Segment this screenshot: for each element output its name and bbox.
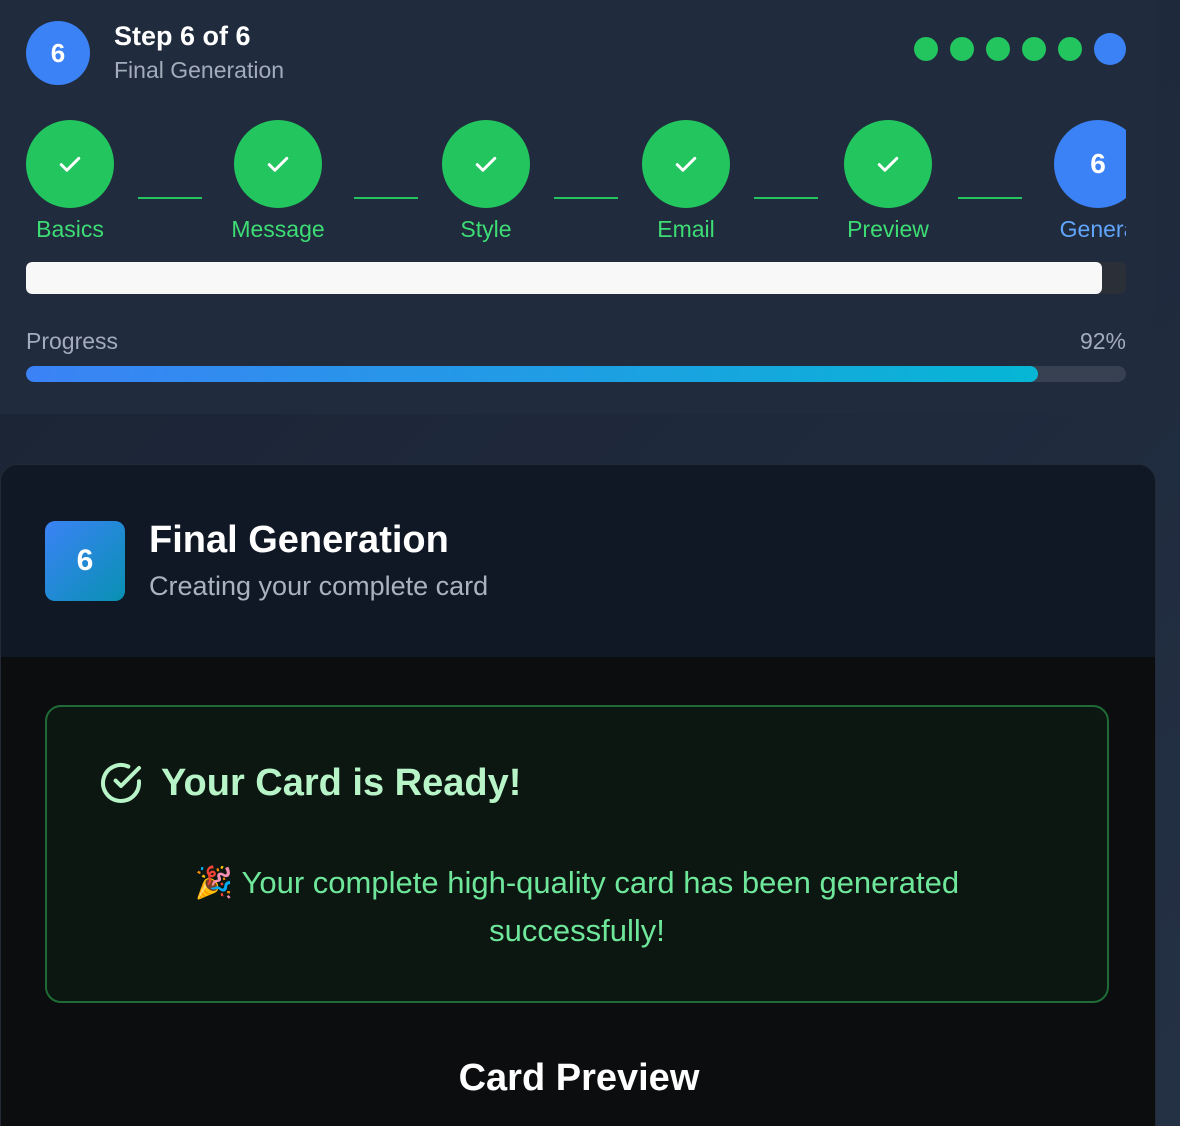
step-style[interactable]: Style xyxy=(426,120,546,243)
check-icon xyxy=(267,156,289,172)
step-basics[interactable]: Basics xyxy=(26,120,130,243)
step-message[interactable]: Message xyxy=(218,120,338,243)
progress-fill xyxy=(26,366,1038,382)
check-circle-icon xyxy=(101,763,141,803)
step-connector xyxy=(958,197,1022,199)
step-email[interactable]: Email xyxy=(626,120,746,243)
step-dot-6-active[interactable] xyxy=(1094,33,1126,65)
step-number-badge: 6 xyxy=(26,21,90,85)
card-step-badge: 6 xyxy=(45,521,125,601)
card-title: Final Generation xyxy=(149,519,449,561)
step-preview[interactable]: Preview xyxy=(828,120,948,243)
check-icon xyxy=(59,156,81,172)
card-preview-heading: Card Preview xyxy=(458,1057,700,1099)
step-connector xyxy=(138,197,202,199)
final-generation-card: 6 Final Generation Creating your complet… xyxy=(0,464,1156,1126)
step-dot-5[interactable] xyxy=(1058,37,1082,61)
progress-label: Progress xyxy=(26,328,119,354)
step-dot-3[interactable] xyxy=(986,37,1010,61)
step-connector xyxy=(754,197,818,199)
step-completion-fill xyxy=(26,262,1102,294)
step-label: Basics xyxy=(36,216,104,242)
step-circle-done xyxy=(642,120,730,208)
step-circle-done xyxy=(442,120,530,208)
step-dot-1[interactable] xyxy=(914,37,938,61)
card-subtitle: Creating your complete card xyxy=(149,571,489,601)
step-dot-2[interactable] xyxy=(950,37,974,61)
step-subtitle: Final Generation xyxy=(114,57,285,83)
success-alert: Your Card is Ready! 🎉 Your complete high… xyxy=(45,705,1109,1003)
check-icon xyxy=(877,156,899,172)
step-circle-current: 6 xyxy=(1054,120,1126,208)
step-label: Genera xyxy=(1059,216,1126,242)
success-title: Your Card is Ready! xyxy=(161,761,522,804)
step-header-text: Step 6 of 6 Final Generation xyxy=(114,20,284,86)
step-connector xyxy=(354,197,418,199)
step-label: Email xyxy=(657,216,715,242)
step-label: Style xyxy=(460,216,512,242)
step-circle-done xyxy=(234,120,322,208)
step-circle-done xyxy=(844,120,932,208)
step-circle-done xyxy=(26,120,114,208)
step-label: Preview xyxy=(847,216,929,242)
step-counter: Step 6 of 6 xyxy=(114,21,251,51)
progress-bar xyxy=(26,366,1126,382)
success-message: 🎉 Your complete high-quality card has be… xyxy=(194,865,960,948)
step-label: Message xyxy=(231,216,325,242)
step-header: 6 Step 6 of 6 Final Generation xyxy=(26,20,284,86)
step-connector xyxy=(554,197,618,199)
check-icon xyxy=(675,156,697,172)
step-dot-4[interactable] xyxy=(1022,37,1046,61)
step-completion-bar xyxy=(26,262,1126,294)
wizard-panel: 6 Step 6 of 6 Final Generation Basics Me… xyxy=(0,0,1156,414)
check-icon xyxy=(475,156,497,172)
step-generate[interactable]: 6 Genera xyxy=(1038,120,1126,243)
progress-value: 92% xyxy=(1079,328,1126,354)
success-header: Your Card is Ready! xyxy=(97,759,521,807)
step-dots xyxy=(914,33,1126,65)
card-header: 6 Final Generation Creating your complet… xyxy=(1,465,1155,657)
stepper: Basics Message Style Email Preview 6 Gen… xyxy=(26,120,1126,250)
